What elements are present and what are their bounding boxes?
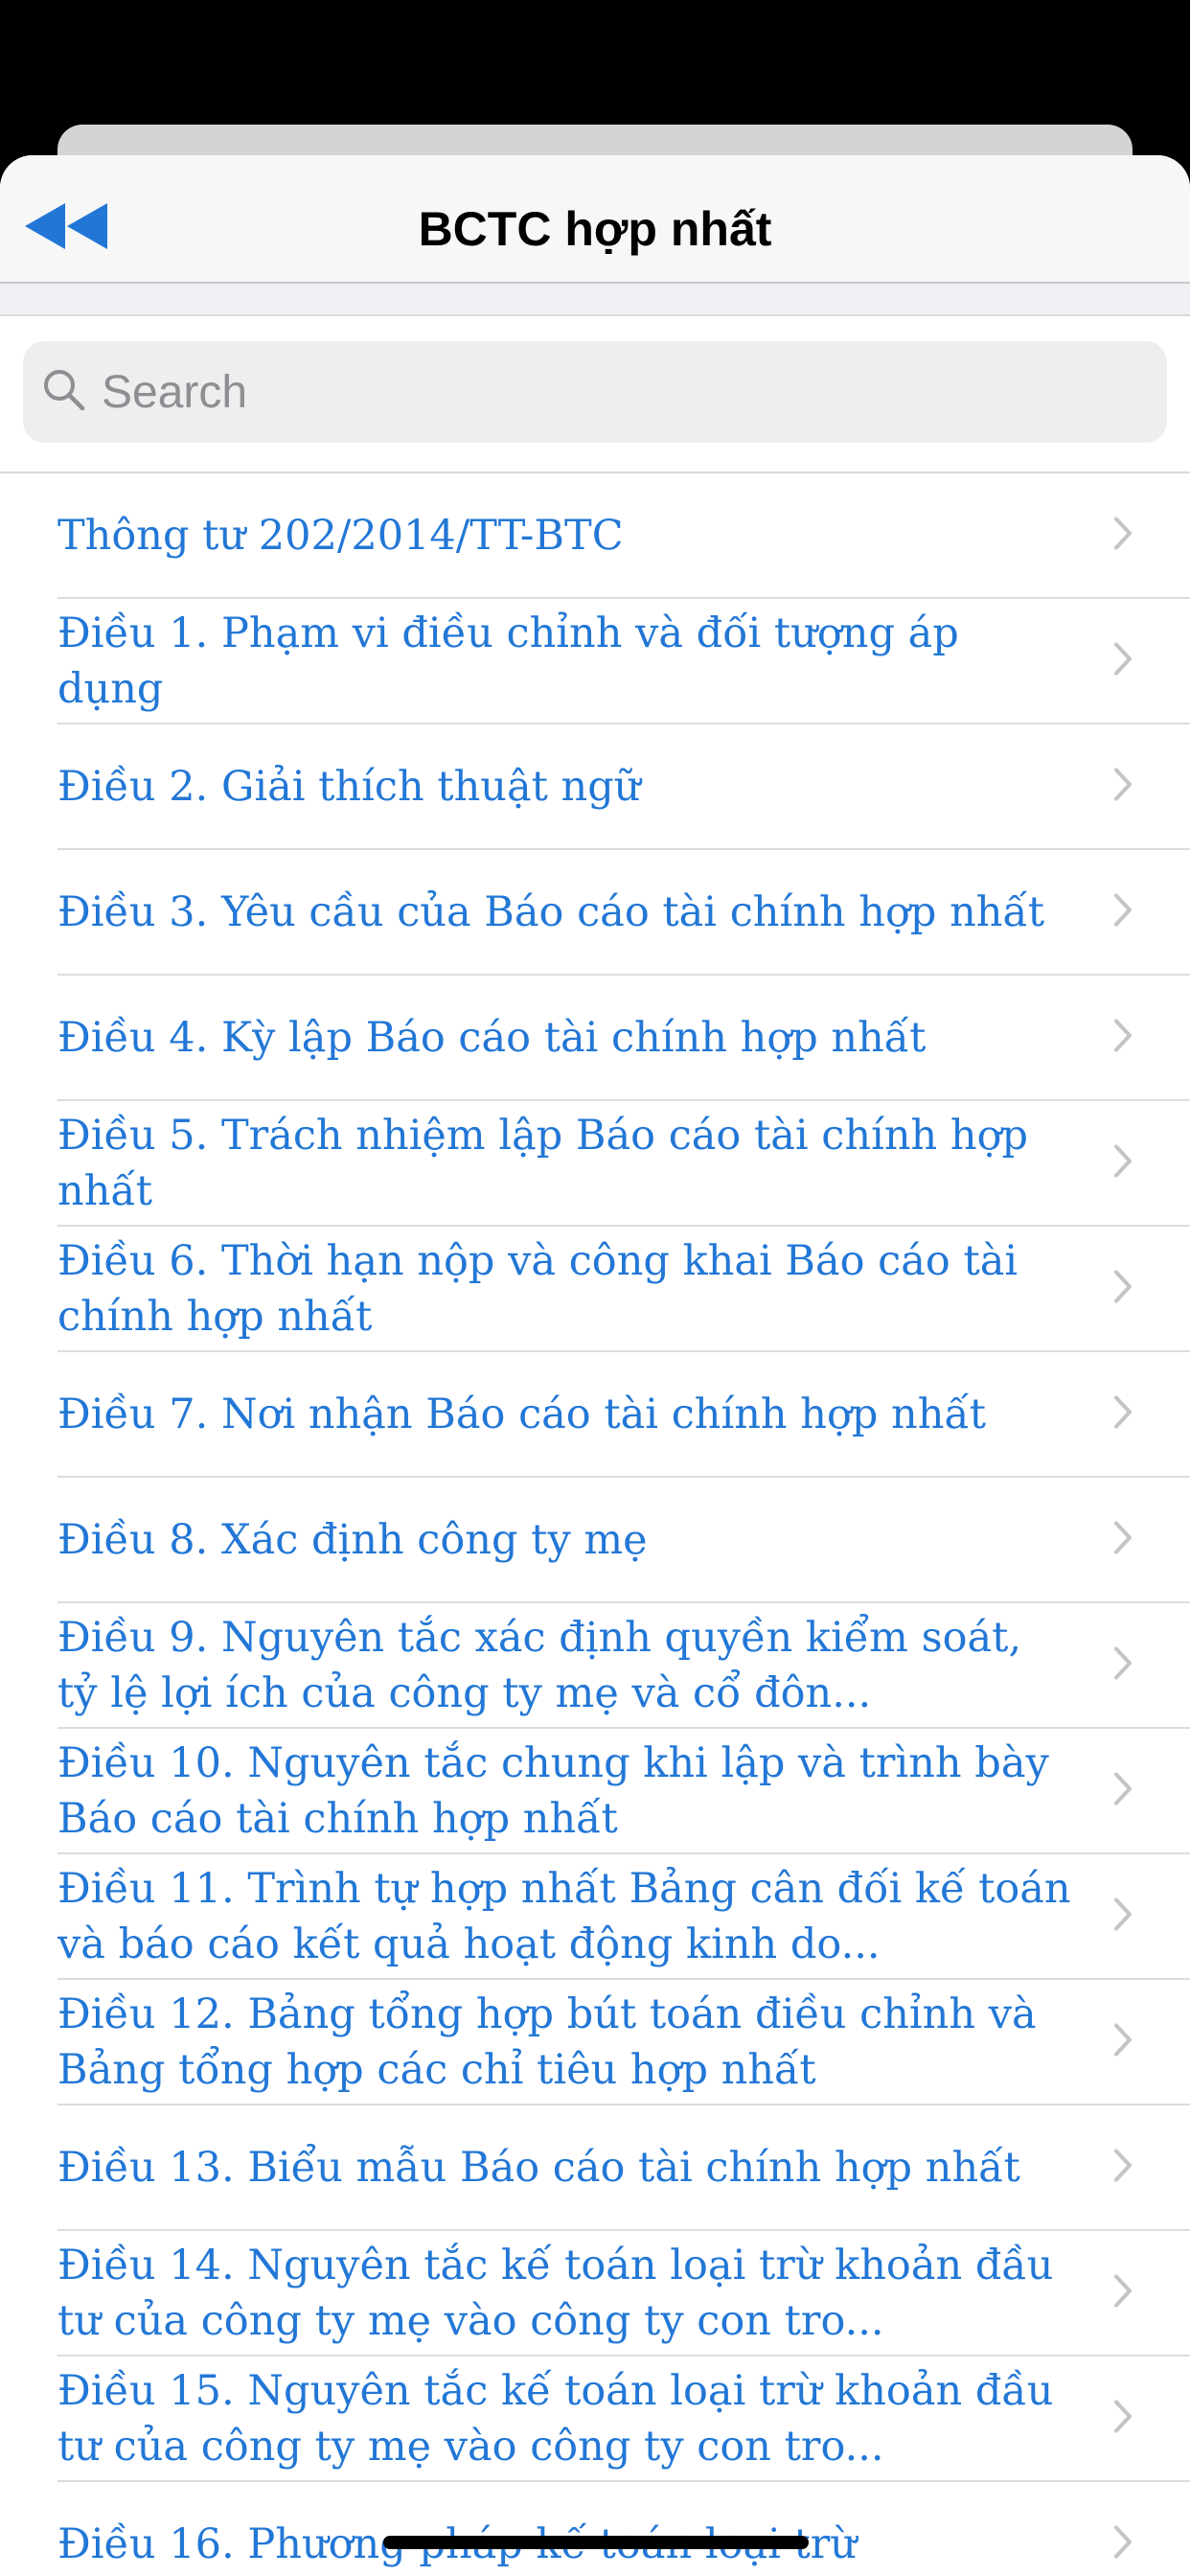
list-item[interactable]: Điều 2. Giải thích thuật ngữ (57, 724, 1190, 850)
list-item[interactable]: Điều 12. Bảng tổng hợp bút toán điều chỉ… (57, 1980, 1190, 2105)
chevron-right-icon (1113, 1897, 1133, 1936)
list-item[interactable]: Điều 14. Nguyên tắc kế toán loại trừ kho… (57, 2231, 1190, 2357)
chevron-right-icon (1113, 2273, 1133, 2312)
list-item[interactable]: Điều 10. Nguyên tắc chung khi lập và trì… (57, 1729, 1190, 1854)
home-indicator[interactable] (383, 2536, 809, 2549)
list-item[interactable]: Điều 5. Trách nhiệm lập Báo cáo tài chín… (57, 1101, 1190, 1227)
article-list: Thông tư 202/2014/TT-BTC Điều 1. Phạm vi… (0, 473, 1190, 2576)
chevron-right-icon (1113, 2524, 1133, 2564)
list-item[interactable]: Điều 1. Phạm vi điều chỉnh và đối tượng … (57, 599, 1190, 724)
list-item[interactable]: Điều 8. Xác định công ty mẹ (57, 1478, 1190, 1603)
list-item[interactable]: Thông tư 202/2014/TT-BTC (57, 473, 1190, 599)
chevron-right-icon (1113, 516, 1133, 555)
list-item[interactable]: Điều 4. Kỳ lập Báo cáo tài chính hợp nhấ… (57, 976, 1190, 1101)
list-item-label: Điều 4. Kỳ lập Báo cáo tài chính hợp nhấ… (57, 1013, 927, 1062)
list-item[interactable]: Điều 6. Thời hạn nộp và công khai Báo cá… (57, 1227, 1190, 1352)
chevron-right-icon (1113, 1771, 1133, 1810)
list-item-label: Điều 7. Nơi nhận Báo cáo tài chính hợp n… (57, 1390, 987, 1438)
list-item[interactable]: Điều 11. Trình tự hợp nhất Bảng cân đối … (57, 1854, 1190, 1980)
chevron-right-icon (1113, 892, 1133, 932)
list-item-label: Điều 2. Giải thích thuật ngữ (57, 762, 641, 811)
list-item[interactable]: Điều 3. Yêu cầu của Báo cáo tài chính hợ… (57, 850, 1190, 976)
search-bar (0, 316, 1190, 473)
list-item-label: Điều 10. Nguyên tắc chung khi lập và trì… (57, 1738, 1049, 1843)
search-input[interactable] (100, 364, 1062, 420)
modal-sheet: BCTC hợp nhất Thông tư 202/2014/TT-BTC Đ… (0, 155, 1190, 2576)
list-item-label: Điều 6. Thời hạn nộp và công khai Báo cá… (57, 1236, 1018, 1341)
chevron-right-icon (1113, 2148, 1133, 2187)
chevron-right-icon (1113, 641, 1133, 680)
list-item-label: Điều 15. Nguyên tắc kế toán loại trừ kho… (57, 2366, 1054, 2471)
list-item[interactable]: Điều 16. Phương pháp kế toán loại trừ (57, 2482, 1190, 2576)
list-item-label: Điều 13. Biểu mẫu Báo cáo tài chính hợp … (57, 2143, 1020, 2192)
list-item-label: Điều 8. Xác định công ty mẹ (57, 1515, 648, 1564)
list-item-label: Thông tư 202/2014/TT-BTC (57, 511, 624, 560)
list-item-label: Điều 11. Trình tự hợp nhất Bảng cân đối … (57, 1864, 1071, 1968)
list-item[interactable]: Điều 9. Nguyên tắc xác định quyền kiểm s… (57, 1603, 1190, 1729)
list-item-label: Điều 1. Phạm vi điều chỉnh và đối tượng … (57, 609, 959, 713)
chevron-right-icon (1113, 1520, 1133, 1559)
chevron-right-icon (1113, 2399, 1133, 2438)
chevron-right-icon (1113, 1143, 1133, 1183)
chevron-right-icon (1113, 767, 1133, 806)
navigation-bar: BCTC hợp nhất (0, 155, 1190, 284)
chevron-right-icon (1113, 1269, 1133, 1308)
list-item-label: Điều 14. Nguyên tắc kế toán loại trừ kho… (57, 2241, 1054, 2345)
chevron-right-icon (1113, 1645, 1133, 1685)
section-gap (0, 284, 1190, 316)
list-item-label: Điều 3. Yêu cầu của Báo cáo tài chính hợ… (57, 887, 1045, 936)
list-item[interactable]: Điều 13. Biểu mẫu Báo cáo tài chính hợp … (57, 2105, 1190, 2231)
list-item-label: Điều 9. Nguyên tắc xác định quyền kiểm s… (57, 1613, 1022, 1717)
list-item[interactable]: Điều 15. Nguyên tắc kế toán loại trừ kho… (57, 2357, 1190, 2482)
chevron-right-icon (1113, 1394, 1133, 1434)
search-icon (42, 368, 86, 417)
chevron-right-icon (1113, 1018, 1133, 1057)
page-title: BCTC hợp nhất (418, 202, 772, 256)
search-field[interactable] (23, 341, 1167, 443)
chevron-right-icon (1113, 2022, 1133, 2061)
list-item-label: Điều 5. Trách nhiệm lập Báo cáo tài chín… (57, 1111, 1028, 1215)
list-item-label: Điều 12. Bảng tổng hợp bút toán điều chỉ… (57, 1990, 1037, 2094)
list-item[interactable]: Điều 7. Nơi nhận Báo cáo tài chính hợp n… (57, 1352, 1190, 1478)
